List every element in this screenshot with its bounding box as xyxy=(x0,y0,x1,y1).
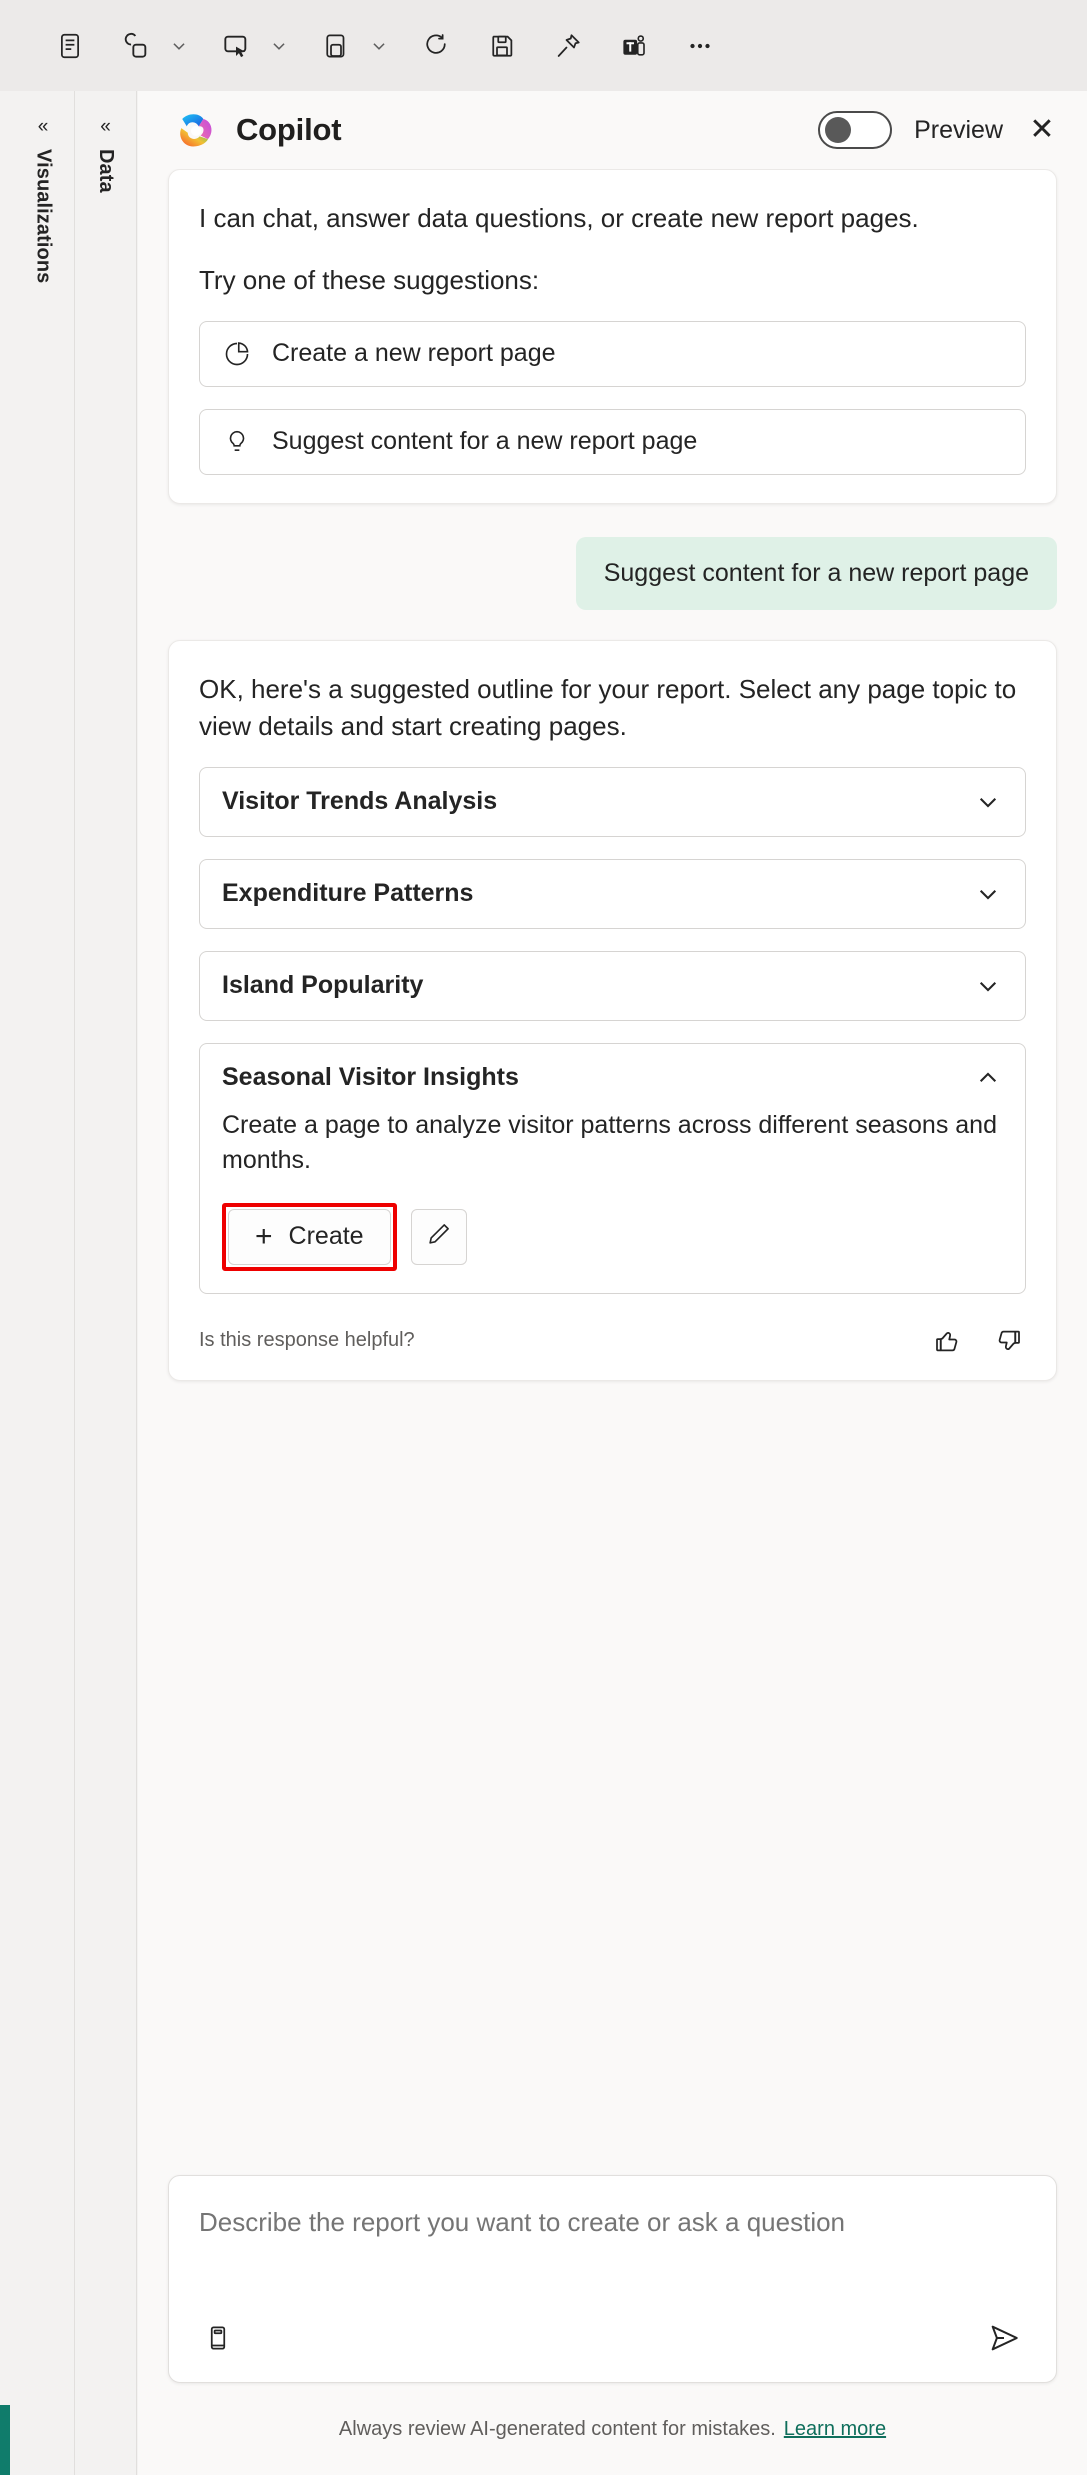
pencil-icon xyxy=(425,1220,453,1253)
accordion-body: Create a page to analyze visitor pattern… xyxy=(200,1108,1025,1293)
accordion-header[interactable]: Island Popularity xyxy=(200,952,1025,1020)
data-pane-collapsed[interactable]: « Data xyxy=(75,91,137,2475)
copilot-logo-icon xyxy=(180,114,212,147)
accordion-title: Island Popularity xyxy=(222,971,424,1000)
accordion-title: Visitor Trends Analysis xyxy=(222,787,498,816)
plus-icon: + xyxy=(255,1219,273,1253)
chevron-down-icon[interactable] xyxy=(973,879,1003,909)
topic-accordion-island-popularity[interactable]: Island Popularity xyxy=(199,950,1026,1021)
topic-accordion-seasonal-visitor-insights[interactable]: Seasonal Visitor Insights Create a page … xyxy=(199,1042,1026,1294)
copilot-header-actions: Preview ✕ xyxy=(818,111,1059,149)
toolbar-gap-1 xyxy=(96,45,110,46)
visualizations-collapse-icon[interactable]: « xyxy=(28,111,58,141)
response-text: OK, here's a suggested outline for your … xyxy=(199,673,1017,741)
create-button[interactable]: + Create xyxy=(228,1208,391,1265)
copilot-chat-body: I can chat, answer data questions, or cr… xyxy=(138,169,1087,2175)
intro-line-1: I can chat, answer data questions, or cr… xyxy=(199,203,919,233)
toolbar-gap-7 xyxy=(594,45,608,46)
feedback-icons xyxy=(930,1324,1026,1358)
composer-actions xyxy=(199,2316,1026,2360)
pie-chart-icon xyxy=(222,339,252,369)
accordion-header[interactable]: Expenditure Patterns xyxy=(200,860,1025,928)
close-icon[interactable]: ✕ xyxy=(1025,113,1059,147)
accordion-header[interactable]: Seasonal Visitor Insights xyxy=(200,1044,1025,1112)
toolbar-gap-6 xyxy=(528,45,542,46)
chevron-down-icon[interactable] xyxy=(973,787,1003,817)
more-options-icon[interactable] xyxy=(674,20,726,72)
toolbar-gap-5 xyxy=(462,45,476,46)
refresh-icon[interactable] xyxy=(410,20,462,72)
copilot-response-card: OK, here's a suggested outline for your … xyxy=(168,639,1057,1381)
page-view-icon[interactable] xyxy=(44,20,96,72)
toolbar-gap-3 xyxy=(296,45,310,46)
status-accent-rail xyxy=(0,2405,10,2475)
mobile-layout-icon[interactable] xyxy=(110,20,162,72)
save-icon[interactable] xyxy=(476,20,528,72)
prompt-guide-icon[interactable] xyxy=(199,2319,237,2357)
toolbar-gap-2 xyxy=(196,45,210,46)
suggestion-label: Suggest content for a new report page xyxy=(272,427,698,456)
pin-icon[interactable] xyxy=(542,20,594,72)
ai-disclaimer: Always review AI-generated content for m… xyxy=(338,2417,776,2440)
copilot-title: Copilot xyxy=(236,112,342,147)
composer xyxy=(168,2175,1057,2383)
teams-share-icon[interactable] xyxy=(608,20,660,72)
copilot-intro-card: I can chat, answer data questions, or cr… xyxy=(168,169,1057,504)
suggestion-create-report-page[interactable]: Create a new report page xyxy=(199,320,1026,387)
suggestion-label: Create a new report page xyxy=(272,339,556,368)
user-message-bubble: Suggest content for a new report page xyxy=(575,536,1057,610)
filters-chevron-down-icon[interactable] xyxy=(262,20,296,72)
mobile-layout-chevron-down-icon[interactable] xyxy=(162,20,196,72)
visualizations-pane-title: Visualizations xyxy=(32,149,55,284)
feedback-row: Is this response helpful? xyxy=(199,1324,1026,1358)
thumbs-up-icon[interactable] xyxy=(930,1324,964,1358)
accordion-title: Expenditure Patterns xyxy=(222,879,474,908)
suggestion-suggest-content[interactable]: Suggest content for a new report page xyxy=(199,408,1026,475)
preview-toggle[interactable] xyxy=(818,111,893,149)
send-icon[interactable] xyxy=(982,2316,1026,2360)
visualizations-pane-collapsed[interactable]: « Visualizations xyxy=(12,91,75,2475)
copilot-header: Copilot Preview ✕ xyxy=(138,91,1087,169)
data-pane-title: Data xyxy=(95,149,117,193)
lightbulb-icon xyxy=(222,427,252,457)
accordion-actions: + Create xyxy=(222,1202,1003,1271)
preview-label: Preview xyxy=(914,115,1003,144)
thumbs-down-icon[interactable] xyxy=(992,1324,1026,1358)
chevron-up-icon[interactable] xyxy=(973,1063,1003,1093)
feedback-question: Is this response helpful? xyxy=(199,1329,415,1352)
bookmarks-chevron-down-icon[interactable] xyxy=(362,20,396,72)
toolbar-gap-4 xyxy=(396,45,410,46)
copilot-footer: Always review AI-generated content for m… xyxy=(138,2383,1087,2475)
bookmarks-icon[interactable] xyxy=(310,20,362,72)
report-toolbar xyxy=(0,0,1087,91)
chevron-down-icon[interactable] xyxy=(973,971,1003,1001)
toolbar-gap-8 xyxy=(660,45,674,46)
accordion-title: Seasonal Visitor Insights xyxy=(222,1063,519,1092)
intro-line-2: Try one of these suggestions: xyxy=(199,264,540,295)
preview-toggle-knob xyxy=(825,117,852,143)
copilot-panel: Copilot Preview ✕ I can chat, answer dat… xyxy=(138,91,1087,2475)
filters-pane-icon[interactable] xyxy=(210,20,262,72)
user-message-row: Suggest content for a new report page xyxy=(168,536,1057,610)
edit-button[interactable] xyxy=(410,1208,467,1265)
accordion-header[interactable]: Visitor Trends Analysis xyxy=(200,768,1025,836)
chat-input[interactable] xyxy=(199,2204,1026,2316)
create-button-highlight: + Create xyxy=(222,1202,397,1271)
create-button-label: Create xyxy=(288,1222,364,1251)
topic-accordion-expenditure-patterns[interactable]: Expenditure Patterns xyxy=(199,858,1026,929)
data-collapse-icon[interactable]: « xyxy=(91,111,121,141)
learn-more-link[interactable]: Learn more xyxy=(784,2418,886,2441)
topic-accordion-visitor-trends-analysis[interactable]: Visitor Trends Analysis xyxy=(199,766,1026,837)
accordion-description: Create a page to analyze visitor pattern… xyxy=(222,1110,997,1175)
composer-area xyxy=(138,2175,1087,2383)
